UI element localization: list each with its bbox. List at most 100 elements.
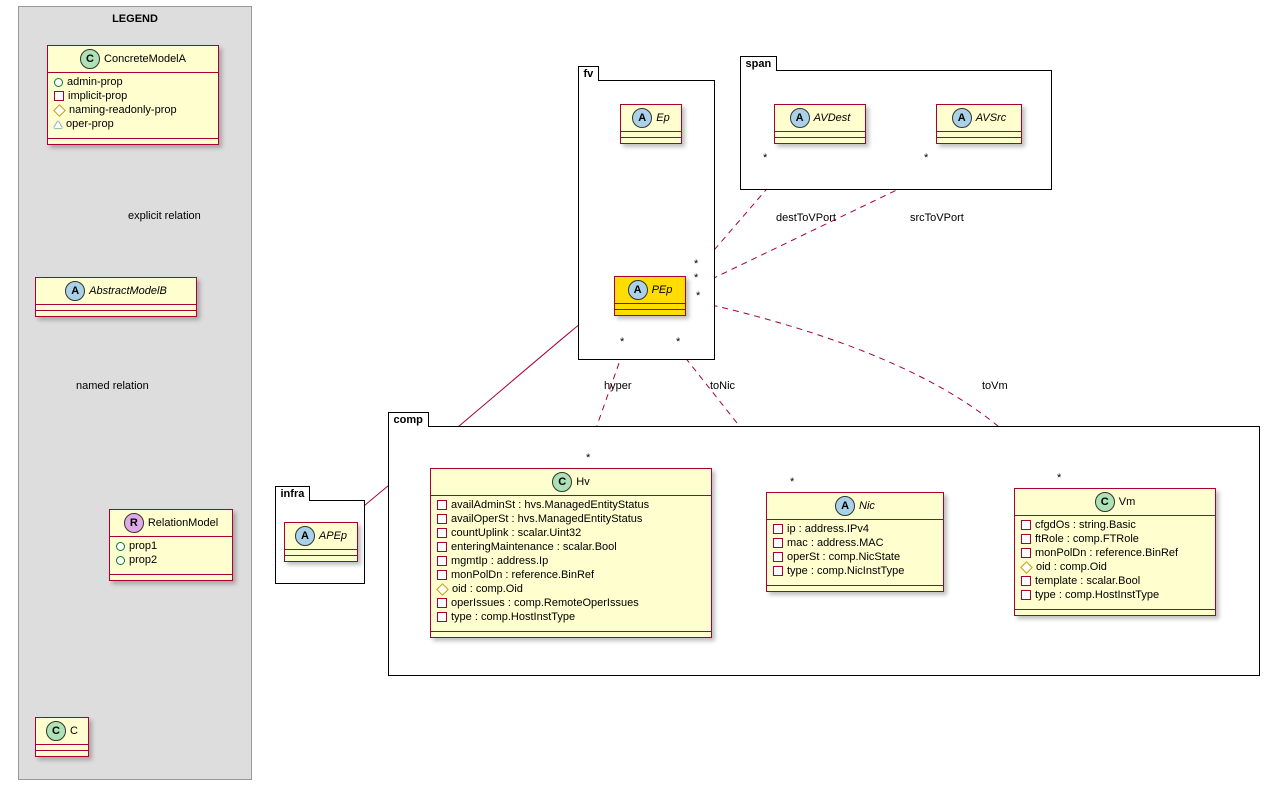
class-AbstractModelB: A AbstractModelB: [35, 277, 197, 317]
prop-text: mac : address.MAC: [787, 536, 884, 550]
prop-text: oid : comp.Oid: [1036, 560, 1107, 574]
prop-marker-icon: [773, 552, 783, 562]
concrete-badge-icon: C: [80, 49, 100, 69]
mult-star: *: [924, 152, 928, 164]
prop-marker-icon: [437, 612, 447, 622]
mult-star: *: [694, 258, 698, 270]
prop-marker-icon: [437, 598, 447, 608]
prop-text: operSt : comp.NicState: [787, 550, 900, 564]
prop-text: type : comp.NicInstType: [787, 564, 904, 578]
class-name: Ep: [656, 112, 669, 124]
legend-title: LEGEND: [19, 7, 251, 31]
mult-star: *: [1057, 472, 1061, 484]
oper-prop-icon: [54, 121, 62, 128]
prop-marker-icon: [436, 583, 449, 596]
naming-prop-icon: [53, 104, 66, 117]
prop-marker-icon: [437, 570, 447, 580]
class-span-AVSrc: A AVSrc: [936, 104, 1022, 144]
label-srcToVPort: srcToVPort: [910, 212, 964, 224]
mult-star: *: [694, 272, 698, 284]
prop-marker-icon: [773, 566, 783, 576]
abstract-badge-icon: A: [628, 280, 648, 300]
prop-marker-icon: [437, 514, 447, 524]
abstract-badge-icon: A: [952, 108, 972, 128]
prop-marker-icon: [1021, 576, 1031, 586]
package-label: fv: [578, 66, 600, 81]
package-label: infra: [275, 486, 311, 501]
class-fv-PEp: A PEp: [614, 276, 686, 316]
mult-star: *: [586, 452, 590, 464]
abstract-badge-icon: A: [835, 496, 855, 516]
prop-marker-icon: [1021, 590, 1031, 600]
prop-text: ftRole : comp.FTRole: [1035, 532, 1139, 546]
prop-text: mgmtIp : address.Ip: [451, 554, 548, 568]
prop-marker-icon: [773, 524, 783, 534]
class-RelationModel: RRelationModel prop1 prop2: [109, 509, 233, 581]
abstract-badge-icon: A: [65, 281, 85, 301]
mult-star: *: [676, 336, 680, 348]
abstract-badge-icon: A: [790, 108, 810, 128]
label-hyper: hyper: [604, 380, 632, 392]
class-name: AVDest: [814, 112, 851, 124]
abstract-badge-icon: A: [632, 108, 652, 128]
prop-marker-icon: [437, 542, 447, 552]
class-comp-Vm: C Vm cfgdOs : string.BasicftRole : comp.F…: [1014, 488, 1216, 616]
concrete-badge-icon: C: [552, 472, 572, 492]
package-label: span: [740, 56, 778, 71]
prop-text: oid : comp.Oid: [452, 582, 523, 596]
class-name: AbstractModelB: [89, 285, 167, 297]
prop-marker-icon: [1021, 548, 1031, 558]
abstract-badge-icon: A: [295, 526, 315, 546]
class-name: C: [70, 725, 78, 737]
prop-text: enteringMaintenance : scalar.Bool: [451, 540, 617, 554]
concrete-badge-icon: C: [1095, 492, 1115, 512]
class-LegendC: CC: [35, 717, 89, 757]
prop-text: availOperSt : hvs.ManagedEntityStatus: [451, 512, 642, 526]
label-named-relation: named relation: [76, 380, 149, 392]
prop-marker-icon: [1020, 561, 1033, 574]
prop-text: availAdminSt : hvs.ManagedEntityStatus: [451, 498, 649, 512]
prop-marker-icon: [437, 556, 447, 566]
mult-star: *: [620, 336, 624, 348]
prop-marker-icon: [437, 500, 447, 510]
implicit-prop-icon: [54, 91, 64, 101]
prop-text: ip : address.IPv4: [787, 522, 869, 536]
class-name: RelationModel: [148, 517, 218, 529]
label-destToVPort: destToVPort: [776, 212, 836, 224]
mult-star: *: [696, 290, 700, 302]
class-infra-APEp: A APEp: [284, 522, 358, 562]
mult-star: *: [763, 152, 767, 164]
class-name: AVSrc: [976, 112, 1007, 124]
relation-badge-icon: R: [124, 513, 144, 533]
prop-text: type : comp.HostInstType: [1035, 588, 1159, 602]
prop-text: cfgdOs : string.Basic: [1035, 518, 1136, 532]
prop-marker-icon: [437, 528, 447, 538]
prop-text: monPolDn : reference.BinRef: [1035, 546, 1178, 560]
class-name: ConcreteModelA: [104, 53, 186, 65]
class-span-AVDest: A AVDest: [774, 104, 866, 144]
concrete-badge-icon: C: [46, 721, 66, 741]
prop-text: template : scalar.Bool: [1035, 574, 1140, 588]
prop-text: monPolDn : reference.BinRef: [451, 568, 594, 582]
prop-text: countUplink : scalar.Uint32: [451, 526, 581, 540]
admin-prop-icon: [54, 78, 63, 87]
prop-text: type : comp.HostInstType: [451, 610, 575, 624]
class-ConcreteModelA: CConcreteModelA admin-prop implicit-prop…: [47, 45, 219, 145]
label-toVm: toVm: [982, 380, 1008, 392]
class-name: PEp: [652, 284, 673, 296]
prop-text: operIssues : comp.RemoteOperIssues: [451, 596, 639, 610]
class-name: APEp: [319, 530, 347, 542]
prop-icon: [116, 542, 125, 551]
prop-marker-icon: [1021, 534, 1031, 544]
label-toNic: toNic: [710, 380, 735, 392]
class-comp-Hv: C Hv availAdminSt : hvs.ManagedEntityStat…: [430, 468, 712, 638]
class-name: Hv: [576, 476, 589, 488]
class-comp-Nic: A Nic ip : address.IPv4mac : address.MACo…: [766, 492, 944, 592]
class-name: Vm: [1119, 496, 1136, 508]
package-label: comp: [388, 412, 429, 427]
prop-marker-icon: [773, 538, 783, 548]
legend-package: LEGEND CConcreteModelA admin-prop implic…: [18, 6, 252, 780]
class-name: Nic: [859, 500, 875, 512]
mult-star: *: [790, 476, 794, 488]
prop-icon: [116, 556, 125, 565]
